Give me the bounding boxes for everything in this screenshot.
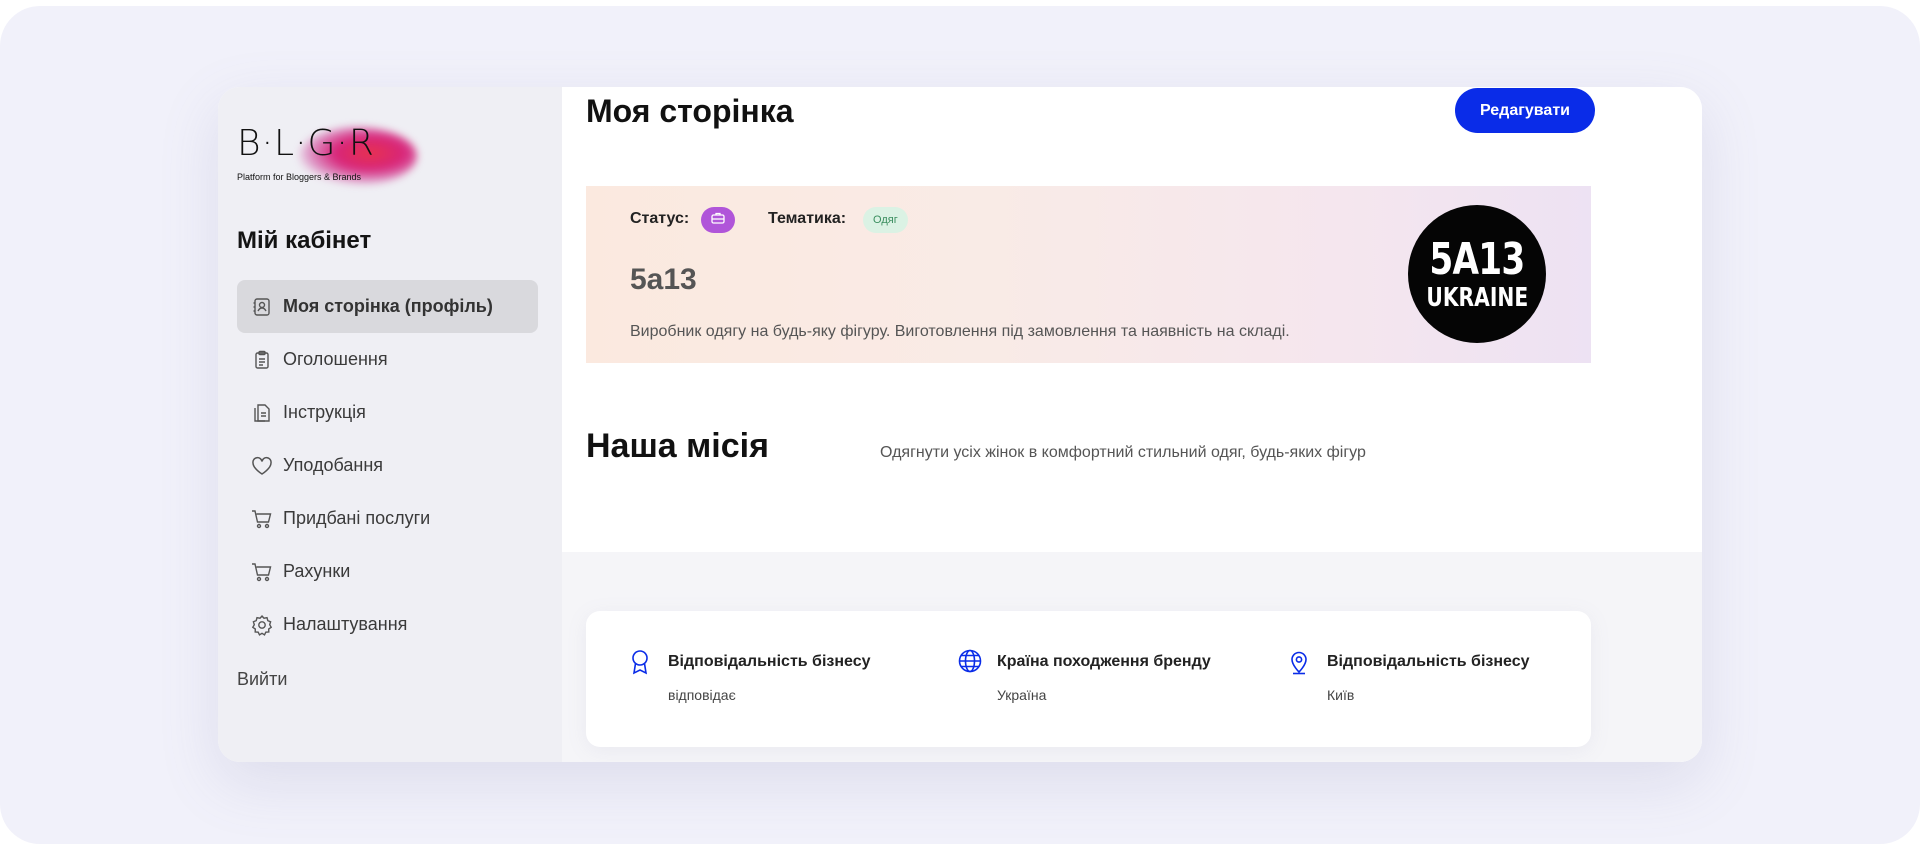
award-icon — [629, 649, 653, 675]
globe-icon — [958, 649, 982, 675]
brand-logo-line2: UKRAINE — [1426, 283, 1528, 313]
topic-badge: Одяг — [863, 207, 908, 233]
briefcase-icon — [711, 211, 725, 229]
logo[interactable]: B·L·G·R Platform for Bloggers & Brands — [237, 117, 427, 191]
main-content: Моя сторінка Редагувати Статус: Тематика… — [562, 87, 1702, 762]
brand-banner: Статус: Тематика: Одяг 5а13 Виробник одя… — [586, 186, 1591, 363]
info-item-title: Країна походження бренду — [997, 653, 1211, 670]
document-icon — [251, 402, 273, 424]
sidebar-item-invoices[interactable]: Рахунки — [237, 545, 538, 598]
profile-card-icon — [251, 296, 273, 318]
page-title: Моя сторінка — [586, 93, 794, 129]
brand-logo-line1: 5A13 — [1429, 234, 1525, 285]
status-badge — [701, 207, 735, 233]
mission-title: Наша місія — [586, 427, 769, 465]
cart-icon — [251, 508, 273, 530]
sidebar-item-purchased-services[interactable]: Придбані послуги — [237, 492, 538, 545]
mission-text: Одягнути усіх жінок в комфортний стильни… — [880, 444, 1366, 461]
logo-subtitle: Platform for Bloggers & Brands — [237, 172, 362, 182]
brand-logo: 5A13 UKRAINE — [1408, 205, 1546, 343]
edit-button[interactable]: Редагувати — [1455, 88, 1595, 133]
info-card: Відповідальність бізнесу відповідає Краї… — [586, 611, 1591, 747]
status-label: Статус: — [630, 210, 690, 227]
gear-icon — [251, 614, 273, 636]
sidebar-item-label: Налаштування — [283, 614, 408, 634]
sidebar-item-label: Рахунки — [283, 561, 351, 581]
info-item-title: Відповідальність бізнесу — [1327, 653, 1530, 670]
sidebar-item-label: Оголошення — [283, 349, 388, 369]
brand-name: 5а13 — [630, 263, 697, 296]
cart-icon — [251, 561, 273, 583]
topic-label: Тематика: — [768, 210, 847, 227]
sidebar-item-my-page[interactable]: Моя сторінка (профіль) — [237, 280, 538, 333]
sidebar-item-favorites[interactable]: Уподобання — [237, 439, 538, 492]
brand-description: Виробник одягу на будь-яку фігуру. Вигот… — [630, 323, 1290, 340]
info-item-value: Київ — [1327, 687, 1355, 703]
logo-text: B·L·G·R — [237, 123, 375, 164]
sidebar-item-settings[interactable]: Налаштування — [237, 598, 538, 651]
sidebar-item-label: Уподобання — [283, 455, 384, 475]
sidebar-item-instructions[interactable]: Інструкція — [237, 386, 538, 439]
sidebar-nav: Моя сторінка (профіль) Оголошення Інстру… — [237, 280, 538, 651]
sidebar-item-ads[interactable]: Оголошення — [237, 333, 538, 386]
sidebar-item-label: Моя сторінка (профіль) — [283, 296, 493, 316]
info-item-title: Відповідальність бізнесу — [668, 653, 871, 670]
sidebar-item-label: Інструкція — [283, 402, 366, 422]
clipboard-icon — [251, 349, 273, 371]
app-window: B·L·G·R Platform for Bloggers & Brands М… — [218, 87, 1702, 762]
location-pin-icon — [1288, 649, 1312, 675]
info-item-value: відповідає — [668, 687, 736, 703]
sidebar: B·L·G·R Platform for Bloggers & Brands М… — [218, 87, 562, 762]
info-item-value: Україна — [997, 687, 1047, 703]
sidebar-title: Мій кабінет — [237, 227, 372, 254]
logout-link[interactable]: Вийти — [237, 669, 287, 690]
heart-icon — [251, 455, 273, 477]
sidebar-item-label: Придбані послуги — [283, 508, 431, 528]
